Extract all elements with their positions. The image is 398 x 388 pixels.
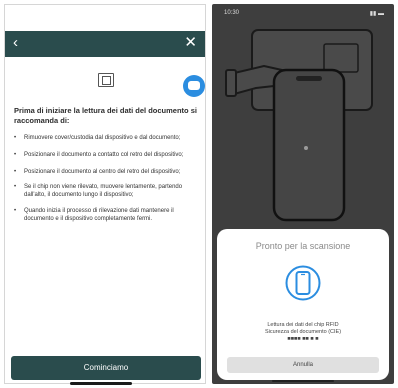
list-item: • Rimuovere cover/custodia dal dispositi… — [14, 135, 200, 143]
list-item: • Quando inizia il processo di rilevazio… — [14, 208, 200, 224]
scan-illustration — [225, 29, 373, 222]
sheet-title: Pronto per la scansione — [255, 241, 351, 251]
start-button[interactable]: Cominciamo — [11, 356, 201, 380]
home-indicator — [70, 382, 132, 385]
phone-illustration — [272, 68, 346, 222]
cancel-button[interactable]: Annulla — [227, 357, 379, 373]
step-text: Posizionare il documento a contatto col … — [24, 151, 184, 158]
close-icon[interactable]: ✕ — [184, 34, 197, 52]
home-indicator — [272, 380, 334, 382]
bullet: • — [14, 184, 17, 191]
list-item: • Posizionare il documento a contatto co… — [14, 152, 200, 160]
list-item: • Posizionare il documento al centro del… — [14, 169, 200, 177]
status-bar — [5, 5, 205, 31]
instruction-list: • Rimuovere cover/custodia dal dispositi… — [14, 135, 200, 232]
back-icon[interactable]: ‹ — [13, 34, 18, 52]
bullet: • — [14, 168, 17, 175]
nfc-dot — [304, 146, 308, 150]
reading-progress: ■■■■ ■■ ■ ■ — [287, 336, 319, 342]
bullet: • — [14, 207, 17, 214]
bullet: • — [14, 151, 17, 158]
document-icon — [98, 73, 114, 87]
step-text: Posizionare il documento al centro del r… — [24, 168, 181, 175]
scan-sheet: Pronto per la scansione Lettura dei dati… — [217, 229, 389, 380]
reading-status: Lettura dei dati del chip RFID Sicurezza… — [227, 322, 379, 343]
chat-icon[interactable] — [183, 75, 205, 97]
step-text: Se il chip non viene rilevato, muovere l… — [24, 184, 183, 199]
step-text: Quando inizia il processo di rilevazione… — [24, 207, 174, 222]
list-item: • Se il chip non viene rilevato, muovere… — [14, 184, 200, 200]
bullet: • — [14, 135, 17, 141]
instructions-screen: ‹ ✕ Prima di iniziare la lettura dei dat… — [4, 4, 206, 384]
scan-screen: 10:30 ▮▮ ▬ Pronto per la scansione Lettu… — [212, 4, 394, 384]
status-time: 10:30 — [224, 10, 240, 16]
phone-icon — [285, 265, 321, 301]
signal-icons: ▮▮ ▬ — [369, 11, 384, 17]
reading-line: Sicurezza del documento (CIE) — [264, 329, 342, 335]
navigation-bar: ‹ ✕ — [5, 31, 205, 57]
reading-line: Lettura dei dati del chip RFID — [267, 322, 339, 328]
step-text: Rimuovere cover/custodia dal dispositivo… — [24, 135, 181, 141]
intro-text: Prima di iniziare la lettura dei dati de… — [14, 106, 197, 125]
